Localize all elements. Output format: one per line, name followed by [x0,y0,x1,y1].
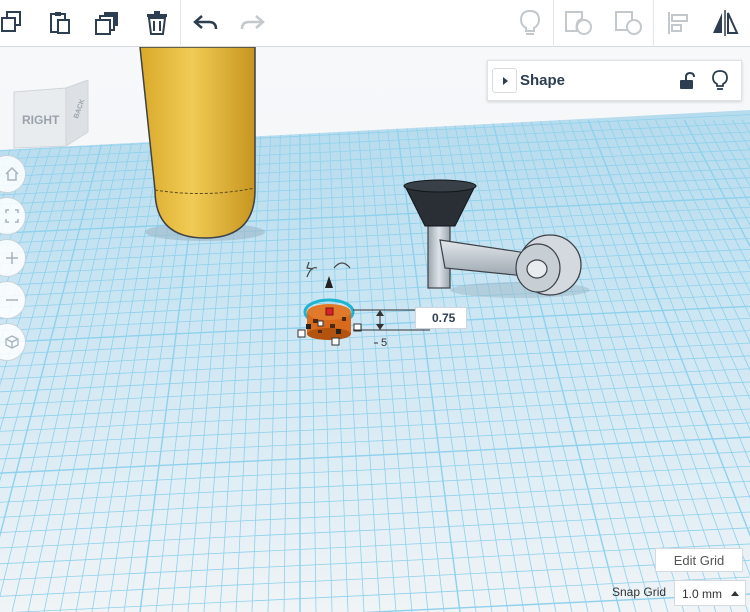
mirror-button[interactable] [705,3,745,43]
undo-icon [193,15,218,30]
snap-grid-select[interactable]: 1.0 mm [674,580,746,606]
paste-icon [50,12,70,34]
align-button[interactable] [658,3,698,43]
ungroup-icon [615,11,642,35]
undo-button[interactable] [186,3,226,43]
workplane-viewport[interactable]: 5 RIGHT BACK [0,47,750,612]
lightbulb-icon [519,9,541,35]
trash-icon [147,11,167,35]
zoom-out-icon [6,299,18,301]
redo-button[interactable] [232,3,272,43]
snap-grid-value: 1.0 mm [682,587,723,601]
fit-view-icon [5,209,19,223]
hint-button[interactable] [510,3,550,43]
duplicate-icon [95,12,118,35]
align-icon [668,12,688,34]
height-dimension-input[interactable]: 0.75 [415,307,467,329]
zoom-in-icon [6,252,18,264]
home-icon [5,166,19,181]
ungroup-button[interactable] [608,3,648,43]
copy-button[interactable] [0,3,32,43]
group-icon [565,11,592,35]
group-button[interactable] [558,3,598,43]
snap-grid-label: Snap Grid [612,585,667,599]
edit-grid-button[interactable]: Edit Grid [655,548,743,572]
copy-icon [1,11,21,32]
side-dimension-label: 5 [381,337,387,349]
lightbulb-icon[interactable] [712,70,728,92]
chevron-up-icon [731,591,739,596]
mirror-icon [713,10,739,36]
caret-right-icon [502,76,508,85]
redo-icon [240,15,265,30]
viewcube-right-face[interactable]: RIGHT [22,113,60,127]
shape-panel-toggle[interactable] [492,68,517,93]
shape-inspector-panel: Shape [487,60,742,101]
yellow-cylinder-shape[interactable] [139,47,265,241]
perspective-icon [5,335,19,349]
view-cube[interactable]: RIGHT BACK [10,79,90,163]
paste-button[interactable] [40,3,80,43]
delete-button[interactable] [137,3,177,43]
shape-panel-title: Shape [520,72,566,89]
toolbar-divider [180,0,181,47]
toolbar-divider [653,0,654,47]
unlock-icon[interactable] [679,72,695,90]
toolbar [0,0,750,47]
duplicate-button[interactable] [88,3,128,43]
workplane-grid: 5 [0,47,750,612]
toolbar-divider [553,0,554,47]
